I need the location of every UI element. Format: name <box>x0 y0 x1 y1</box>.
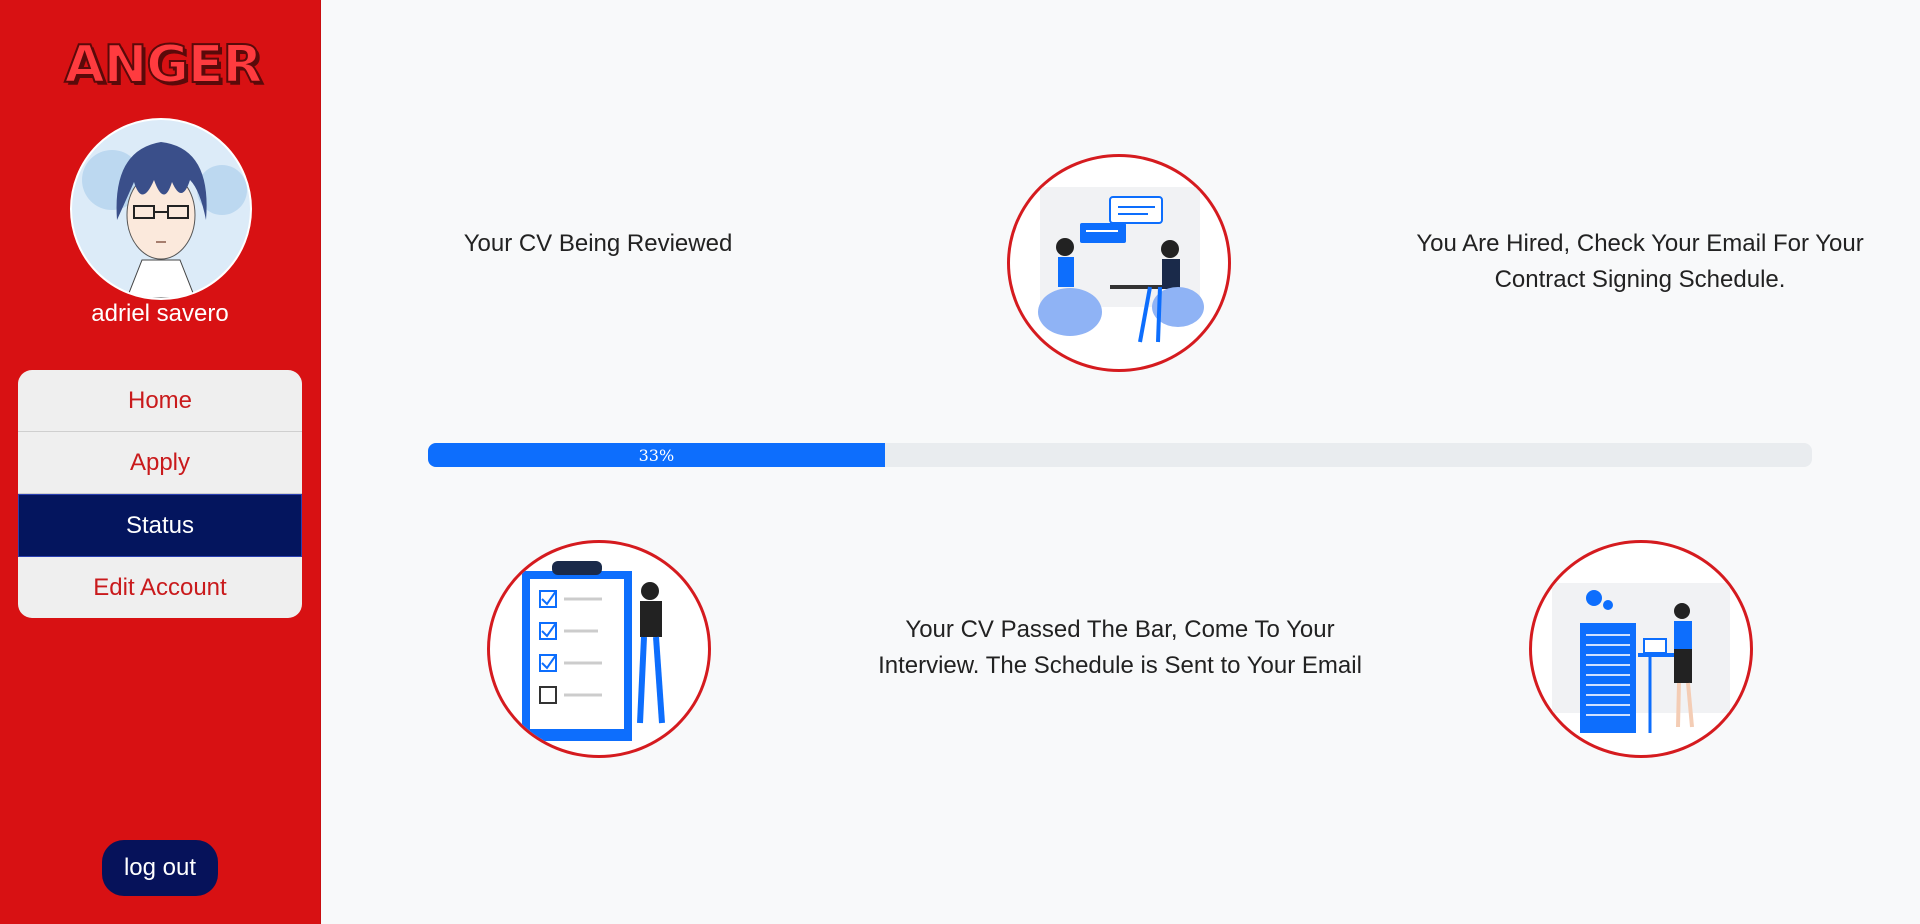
avatar <box>70 118 252 300</box>
brand-logo-text: ANGER <box>63 34 263 96</box>
username: adriel savero <box>91 300 229 327</box>
status-progress: 33% <box>428 443 1812 467</box>
interview-illustration <box>1007 154 1231 372</box>
sidebar-item-home[interactable]: Home <box>18 370 302 432</box>
step-reviewed-text: Your CV Being Reviewed <box>463 230 733 257</box>
checklist-illustration <box>487 540 711 758</box>
brand-logo[interactable]: ANGER <box>60 30 266 100</box>
avatar-illustration <box>72 120 250 298</box>
progress-bar-fill: 33% <box>428 443 885 467</box>
sidebar-item-edit-account[interactable]: Edit Account <box>18 557 302 618</box>
sidebar-menu: Home Apply Status Edit Account <box>18 370 302 618</box>
sidebar-item-status[interactable]: Status <box>18 494 302 557</box>
step-hired-text: You Are Hired, Check Your Email For Your… <box>1416 230 1864 293</box>
sidebar: ANGER adriel savero Home Apply Status Ed… <box>0 0 320 924</box>
sidebar-item-apply[interactable]: Apply <box>18 432 302 494</box>
step-interview-text: Your CV Passed The Bar, Come To Your Int… <box>878 616 1362 679</box>
server-illustration <box>1529 540 1753 758</box>
logout-button[interactable]: log out <box>102 840 218 896</box>
